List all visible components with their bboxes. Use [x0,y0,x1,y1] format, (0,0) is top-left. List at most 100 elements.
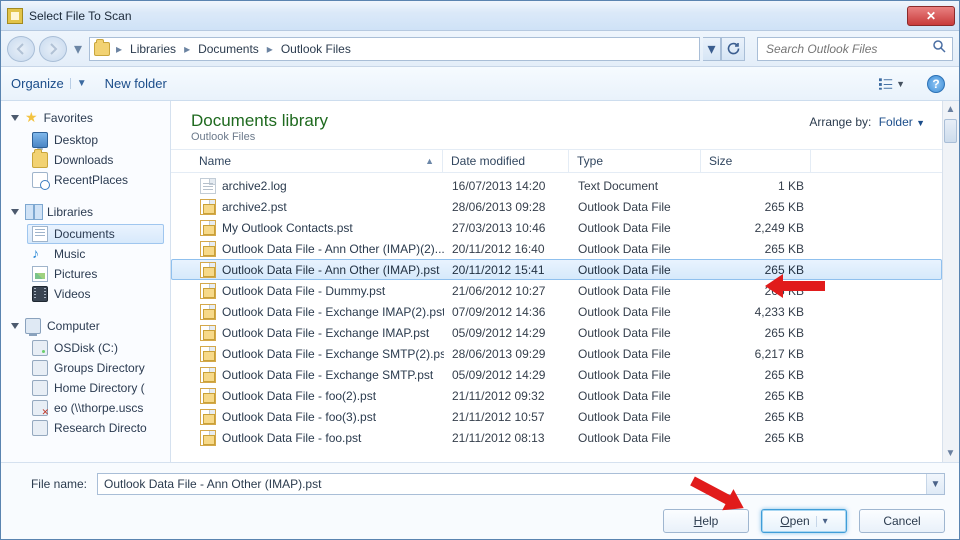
file-row[interactable]: archive2.pst28/06/2013 09:28Outlook Data… [171,196,942,217]
desktop-icon [32,132,48,148]
file-date: 20/11/2012 16:40 [444,242,570,256]
file-icon [200,283,216,299]
sidebar-item-eo-drive[interactable]: eo (\\thorpe.uscs [27,398,164,418]
column-date[interactable]: Date modified [443,150,569,172]
refresh-icon [726,42,740,56]
file-type: Outlook Data File [570,326,702,340]
address-dropdown[interactable]: ▾ [703,37,721,61]
forward-button[interactable] [39,36,67,62]
file-size: 6,217 KB [702,347,812,361]
sidebar-item-documents[interactable]: Documents [27,224,164,244]
organize-menu[interactable]: Organize▼ [11,76,87,91]
file-row[interactable]: My Outlook Contacts.pst27/03/2013 10:46O… [171,217,942,238]
file-name: Outlook Data File - Dummy.pst [222,284,385,298]
search-box[interactable] [757,37,953,61]
filename-combo[interactable]: ▼ [97,473,945,495]
file-icon [200,367,216,383]
file-size: 265 KB [702,368,812,382]
arrange-by[interactable]: Arrange by: Folder ▼ [809,115,925,129]
breadcrumb[interactable]: Libraries [128,41,178,57]
file-row[interactable]: Outlook Data File - Ann Other (IMAP)(2).… [171,238,942,259]
view-mode-button[interactable]: ▼ [879,73,905,95]
close-button[interactable]: ✕ [907,6,955,26]
file-row[interactable]: Outlook Data File - foo.pst21/11/2012 08… [171,427,942,448]
file-type: Outlook Data File [570,368,702,382]
file-size: 265 KB [702,431,812,445]
sidebar-item-downloads[interactable]: Downloads [27,150,164,170]
file-type: Text Document [570,179,702,193]
help-button[interactable]: Help [663,509,749,533]
column-name[interactable]: Name▲ [191,150,443,172]
file-date: 07/09/2012 14:36 [444,305,570,319]
scroll-down-icon[interactable]: ▼ [942,445,959,462]
search-input[interactable] [764,41,928,57]
sidebar-item-osdisk[interactable]: OSDisk (C:) [27,338,164,358]
sidebar-group-libraries[interactable]: Libraries [11,204,164,220]
nav-history-dropdown[interactable]: ▾ [71,39,85,59]
sidebar-item-groups-dir[interactable]: Groups Directory [27,358,164,378]
sidebar-item-music[interactable]: ♪Music [27,244,164,264]
file-type: Outlook Data File [570,389,702,403]
sidebar-item-recent[interactable]: RecentPlaces [27,170,164,190]
file-row[interactable]: Outlook Data File - Exchange IMAP.pst05/… [171,322,942,343]
file-row[interactable]: Outlook Data File - Exchange SMTP.pst05/… [171,364,942,385]
file-row[interactable]: Outlook Data File - foo(2).pst 21/11/2012… [171,385,942,406]
sidebar-group-favorites[interactable]: ★ Favorites [11,109,164,126]
file-row[interactable]: Outlook Data File - Exchange SMTP(2).pst… [171,343,942,364]
search-icon [932,39,946,58]
music-icon: ♪ [32,246,48,262]
file-icon [200,346,216,362]
address-bar[interactable]: ▸ Libraries ▸ Documents ▸ Outlook Files [89,37,700,61]
sidebar-item-home-dir[interactable]: Home Directory ( [27,378,164,398]
file-name: Outlook Data File - foo(2).pst [222,389,376,403]
scrollbar[interactable]: ▲ ▼ [942,101,959,462]
sidebar-item-pictures[interactable]: Pictures [27,264,164,284]
footer: File name: ▼ Help Open▾ Cancel [1,462,959,539]
arrow-left-icon [15,43,27,55]
file-date: 20/11/2012 15:41 [444,263,570,277]
scroll-thumb[interactable] [944,119,957,143]
file-row[interactable]: archive2.log16/07/2013 14:20Text Documen… [171,175,942,196]
file-date: 21/06/2012 10:27 [444,284,570,298]
file-row[interactable]: Outlook Data File - Ann Other (IMAP).pst… [171,259,942,280]
file-type: Outlook Data File [570,284,702,298]
file-icon [200,388,216,404]
file-date: 21/11/2012 09:32 [444,389,570,403]
breadcrumb[interactable]: Documents [196,41,261,57]
recent-places-icon [32,172,48,188]
file-date: 21/11/2012 08:13 [444,431,570,445]
sidebar-item-videos[interactable]: Videos [27,284,164,304]
back-button[interactable] [7,36,35,62]
file-icon [200,241,216,257]
sidebar-item-desktop[interactable]: Desktop [27,130,164,150]
scroll-up-icon[interactable]: ▲ [942,101,959,118]
file-name: archive2.log [222,179,287,193]
file-size: 265 KB [702,284,812,298]
refresh-button[interactable] [721,37,745,61]
column-type[interactable]: Type [569,150,701,172]
chevron-down-icon: ▼ [916,118,925,128]
toolbar: Organize▼ New folder ▼ ? [1,67,959,101]
file-row[interactable]: Outlook Data File - Exchange IMAP(2).pst… [171,301,942,322]
file-size: 265 KB [702,242,812,256]
cancel-button[interactable]: Cancel [859,509,945,533]
chevron-down-icon[interactable]: ▼ [926,474,944,494]
sidebar-item-research-dir[interactable]: Research Directo [27,418,164,438]
nav-row: ▾ ▸ Libraries ▸ Documents ▸ Outlook File… [1,31,959,67]
breadcrumb[interactable]: Outlook Files [279,41,353,57]
file-row[interactable]: Outlook Data File - Dummy.pst 21/06/2012 … [171,280,942,301]
file-icon [200,199,216,215]
new-folder-button[interactable]: New folder [105,76,167,91]
file-size: 4,233 KB [702,305,812,319]
sidebar-group-computer[interactable]: Computer [11,318,164,334]
chevron-down-icon: ▾ [816,516,828,527]
filename-input[interactable] [97,473,945,495]
file-name: archive2.pst [222,200,287,214]
file-row[interactable]: Outlook Data File - foo(3).pst21/11/2012… [171,406,942,427]
view-list-icon [879,78,894,90]
file-icon [200,409,216,425]
file-icon [200,220,216,236]
column-size[interactable]: Size [701,150,811,172]
help-button[interactable]: ? [923,73,949,95]
open-button[interactable]: Open▾ [761,509,847,533]
